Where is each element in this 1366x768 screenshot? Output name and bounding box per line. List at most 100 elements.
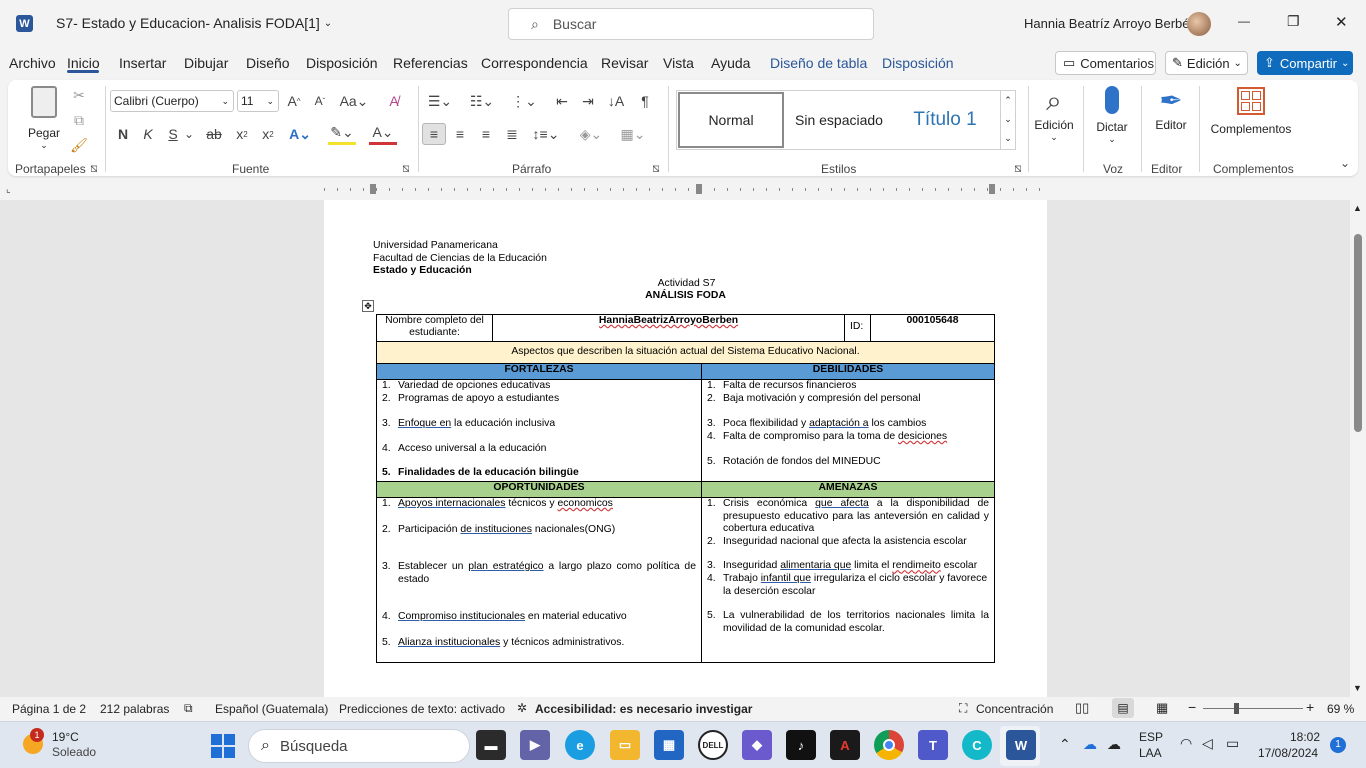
aspects-cell[interactable]: Aspectos que describen la situación actu… xyxy=(376,341,995,364)
student-name-cell[interactable]: HanniaBeatrizArroyoBerben xyxy=(492,314,845,342)
scroll-up-icon[interactable]: ▲ xyxy=(1353,203,1362,213)
language-status[interactable]: Español (Guatemala) xyxy=(215,702,328,716)
copy-icon[interactable]: ⧉ xyxy=(70,111,88,129)
start-button[interactable] xyxy=(211,734,235,758)
editing-mode-button[interactable]: ✎ Edición ⌄ xyxy=(1165,51,1248,75)
amenazas-cell[interactable]: 1. Crisis económica que afecta a la dispo… xyxy=(701,497,995,663)
tab-revisar[interactable]: Revisar xyxy=(601,55,648,71)
tab-disposicion-tabla[interactable]: Disposición xyxy=(882,55,954,71)
document-canvas[interactable]: Universidad Panamericana Facultad de Cie… xyxy=(0,200,1350,697)
fortalezas-cell[interactable]: 1. Variedad de opciones educativas 2. Prog… xyxy=(376,379,702,482)
minimize-button[interactable]: — xyxy=(1238,14,1250,28)
document-title[interactable]: S7- Estado y Educacion- Analisis FODA[1]… xyxy=(56,15,332,31)
comments-button[interactable]: ▭ Comentarios xyxy=(1055,51,1156,75)
folder-icon[interactable]: ▭ xyxy=(610,730,640,760)
restore-button[interactable]: ❐ xyxy=(1287,13,1300,30)
numbering-icon[interactable]: ☷⌄ xyxy=(466,90,498,112)
change-case-icon[interactable]: Aa⌄ xyxy=(339,90,369,112)
borders-icon[interactable]: ▦⌄ xyxy=(618,123,648,145)
ruler-track[interactable] xyxy=(324,184,1047,194)
store-icon[interactable]: ▦ xyxy=(654,730,684,760)
debilidades-header[interactable]: DEBILIDADES xyxy=(701,363,995,380)
id-value-cell[interactable]: 000105648 xyxy=(870,314,995,342)
tab-dibujar[interactable]: Dibujar xyxy=(184,55,228,71)
weather-widget[interactable]: 1 19°C Soleado xyxy=(20,728,120,764)
tab-selector-icon[interactable]: ⌞ xyxy=(6,184,11,195)
vpn-icon[interactable]: ◆ xyxy=(742,730,772,760)
notification-badge[interactable]: 1 xyxy=(1330,737,1346,753)
zoom-out-button[interactable]: − xyxy=(1188,699,1196,715)
tab-referencias[interactable]: Referencias xyxy=(393,55,468,71)
clock-date[interactable]: 17/08/2024 xyxy=(1258,746,1318,760)
increase-indent-icon[interactable]: ⇥ xyxy=(578,90,598,112)
sort-icon[interactable]: ↓A xyxy=(606,90,626,112)
format-painter-icon[interactable]: 🖌 xyxy=(70,136,88,154)
student-label-cell[interactable]: Nombre completo del estudiante: xyxy=(376,314,493,342)
zoom-slider[interactable] xyxy=(1203,703,1303,714)
edge-icon[interactable]: e xyxy=(565,730,595,760)
shading-icon[interactable]: ◈⌄ xyxy=(576,123,606,145)
dictate-button[interactable]: Dictar ⌄ xyxy=(1090,84,1134,154)
align-center-icon[interactable]: ≡ xyxy=(450,123,470,145)
vertical-scrollbar[interactable]: ▲ ▼ xyxy=(1350,200,1366,697)
superscript-icon[interactable]: x2 xyxy=(258,123,278,145)
tab-inicio[interactable]: Inicio xyxy=(67,55,100,71)
oportunidades-header[interactable]: OPORTUNIDADES xyxy=(376,481,702,498)
input-language[interactable]: ESP xyxy=(1139,730,1163,744)
taskbar-search[interactable]: ⌕ Búsqueda xyxy=(248,729,470,763)
zoom-slider-thumb[interactable] xyxy=(1234,703,1239,714)
accessibility-status[interactable]: Accesibilidad: es necesario investigar xyxy=(535,702,752,716)
scroll-thumb[interactable] xyxy=(1354,234,1362,432)
strikethrough-icon[interactable]: ab xyxy=(204,123,224,145)
horizontal-ruler[interactable]: ⌞ xyxy=(0,180,1366,198)
word-taskbar-icon[interactable]: W xyxy=(1006,730,1036,760)
dialog-launcher-icon[interactable]: ⧅ xyxy=(1012,161,1024,175)
battery-icon[interactable]: ▭ xyxy=(1226,735,1239,752)
fortalezas-header[interactable]: FORTALEZAS xyxy=(376,363,702,380)
tab-insertar[interactable]: Insertar xyxy=(119,55,166,71)
zoom-level[interactable]: 69 % xyxy=(1327,702,1354,716)
font-color-icon[interactable]: A⌄ xyxy=(369,123,397,145)
justify-icon[interactable]: ≣ xyxy=(502,123,522,145)
wifi-icon[interactable]: ◠ xyxy=(1180,735,1192,752)
onedrive-icon[interactable]: ☁ xyxy=(1083,736,1097,753)
collapse-ribbon-icon[interactable]: ⌄ xyxy=(1338,156,1352,170)
font-name-select[interactable]: Calibri (Cuerpo) ⌄ xyxy=(110,90,234,112)
ruler-marker[interactable] xyxy=(989,184,995,194)
italic-button[interactable]: K xyxy=(139,123,157,145)
amenazas-header[interactable]: AMENAZAS xyxy=(701,481,995,498)
tab-diseno-de-tabla[interactable]: Diseño de tabla xyxy=(770,55,867,71)
chevron-up-icon[interactable]: ⌃ xyxy=(1059,736,1071,753)
addins-button[interactable]: Complementos xyxy=(1206,84,1296,154)
cloud-icon[interactable]: ☁ xyxy=(1107,736,1121,753)
dialog-launcher-icon[interactable]: ⧅ xyxy=(88,161,100,175)
zoom-in-button[interactable]: + xyxy=(1306,699,1314,715)
file-explorer-alt-icon[interactable]: ▬ xyxy=(476,730,506,760)
subscript-icon[interactable]: x2 xyxy=(232,123,252,145)
editor-button[interactable]: ✒ Editor xyxy=(1148,84,1194,154)
bold-button[interactable]: N xyxy=(114,123,132,145)
editing-button[interactable]: ⌕ Edición ⌄ xyxy=(1032,84,1076,154)
word-count[interactable]: 212 palabras xyxy=(100,702,169,716)
document-page[interactable]: Universidad Panamericana Facultad de Cie… xyxy=(324,200,1047,697)
bullets-icon[interactable]: ☰⌄ xyxy=(424,90,456,112)
style-heading-1[interactable]: Título 1 xyxy=(895,92,995,148)
text-effects-icon[interactable]: A⌄ xyxy=(286,123,314,145)
style-normal[interactable]: Normal xyxy=(678,92,784,148)
line-spacing-icon[interactable]: ↕≡⌄ xyxy=(530,123,562,145)
scroll-down-icon[interactable]: ▼ xyxy=(1353,683,1362,693)
id-label-cell[interactable]: ID: xyxy=(844,314,871,342)
font-size-select[interactable]: 11 ⌄ xyxy=(237,90,279,112)
shrink-font-icon[interactable]: Aˇ xyxy=(310,90,330,112)
user-name[interactable]: Hannia Beatríz Arroyo Berbén xyxy=(1024,16,1197,31)
grow-font-icon[interactable]: A ^ xyxy=(284,90,304,112)
page-count[interactable]: Página 1 de 2 xyxy=(12,702,86,716)
search-box[interactable]: ⌕ Buscar xyxy=(508,8,874,40)
teams-meet-icon[interactable]: ▶ xyxy=(520,730,550,760)
teams-icon[interactable]: T xyxy=(918,730,948,760)
chrome-icon[interactable] xyxy=(874,730,904,760)
decrease-indent-icon[interactable]: ⇤ xyxy=(552,90,572,112)
focus-button[interactable]: Concentración xyxy=(976,702,1053,716)
tiktok-icon[interactable]: ♪ xyxy=(786,730,816,760)
avatar[interactable] xyxy=(1187,12,1211,36)
